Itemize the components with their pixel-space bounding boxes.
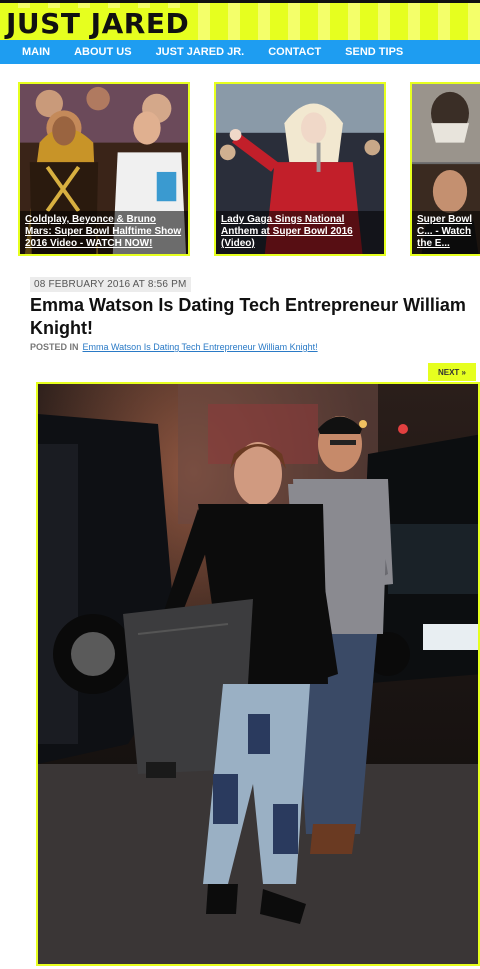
article-title: Emma Watson Is Dating Tech Entrepreneur … — [30, 295, 466, 338]
photo-emma-watson-william-knight — [38, 384, 478, 964]
site-header: JUST JARED — [0, 0, 480, 40]
thumbnail-caption: Lady Gaga Sings National Anthem at Super… — [216, 211, 384, 254]
thumbnail-caption: Coldplay, Beyonce & Bruno Mars: Super Bo… — [20, 211, 188, 254]
featured-thumbnails: Coldplay, Beyonce & Bruno Mars: Super Bo… — [18, 82, 480, 258]
nav-item-send-tips[interactable]: SEND TIPS — [345, 46, 403, 58]
thumbnail-super-bowl[interactable]: Super Bowl C... - Watch the E... — [410, 82, 480, 256]
nav-item-contact[interactable]: CONTACT — [268, 46, 321, 58]
nav-item-just-jared-jr[interactable]: JUST JARED JR. — [156, 46, 245, 58]
posted-in: POSTED IN Emma Watson Is Dating Tech Entr… — [30, 342, 318, 352]
article-date: 08 FEBRUARY 2016 AT 8:56 PM — [30, 277, 191, 292]
posted-in-link[interactable]: Emma Watson Is Dating Tech Entrepreneur … — [83, 342, 318, 352]
thumbnail-lady-gaga-anthem[interactable]: Lady Gaga Sings National Anthem at Super… — [214, 82, 386, 256]
thumbnail-caption: Super Bowl C... - Watch the E... — [412, 211, 480, 254]
main-nav: MAIN ABOUT US JUST JARED JR. CONTACT SEN… — [0, 40, 480, 64]
nav-item-main[interactable]: MAIN — [22, 46, 50, 58]
thumbnail-coldplay-beyonce-bruno[interactable]: Coldplay, Beyonce & Bruno Mars: Super Bo… — [18, 82, 190, 256]
site-logo[interactable]: JUST JARED — [4, 8, 196, 40]
next-button[interactable]: NEXT » — [428, 363, 476, 381]
posted-in-label: POSTED IN — [30, 342, 79, 352]
article-main-photo[interactable] — [36, 382, 480, 966]
nav-item-about-us[interactable]: ABOUT US — [74, 46, 131, 58]
